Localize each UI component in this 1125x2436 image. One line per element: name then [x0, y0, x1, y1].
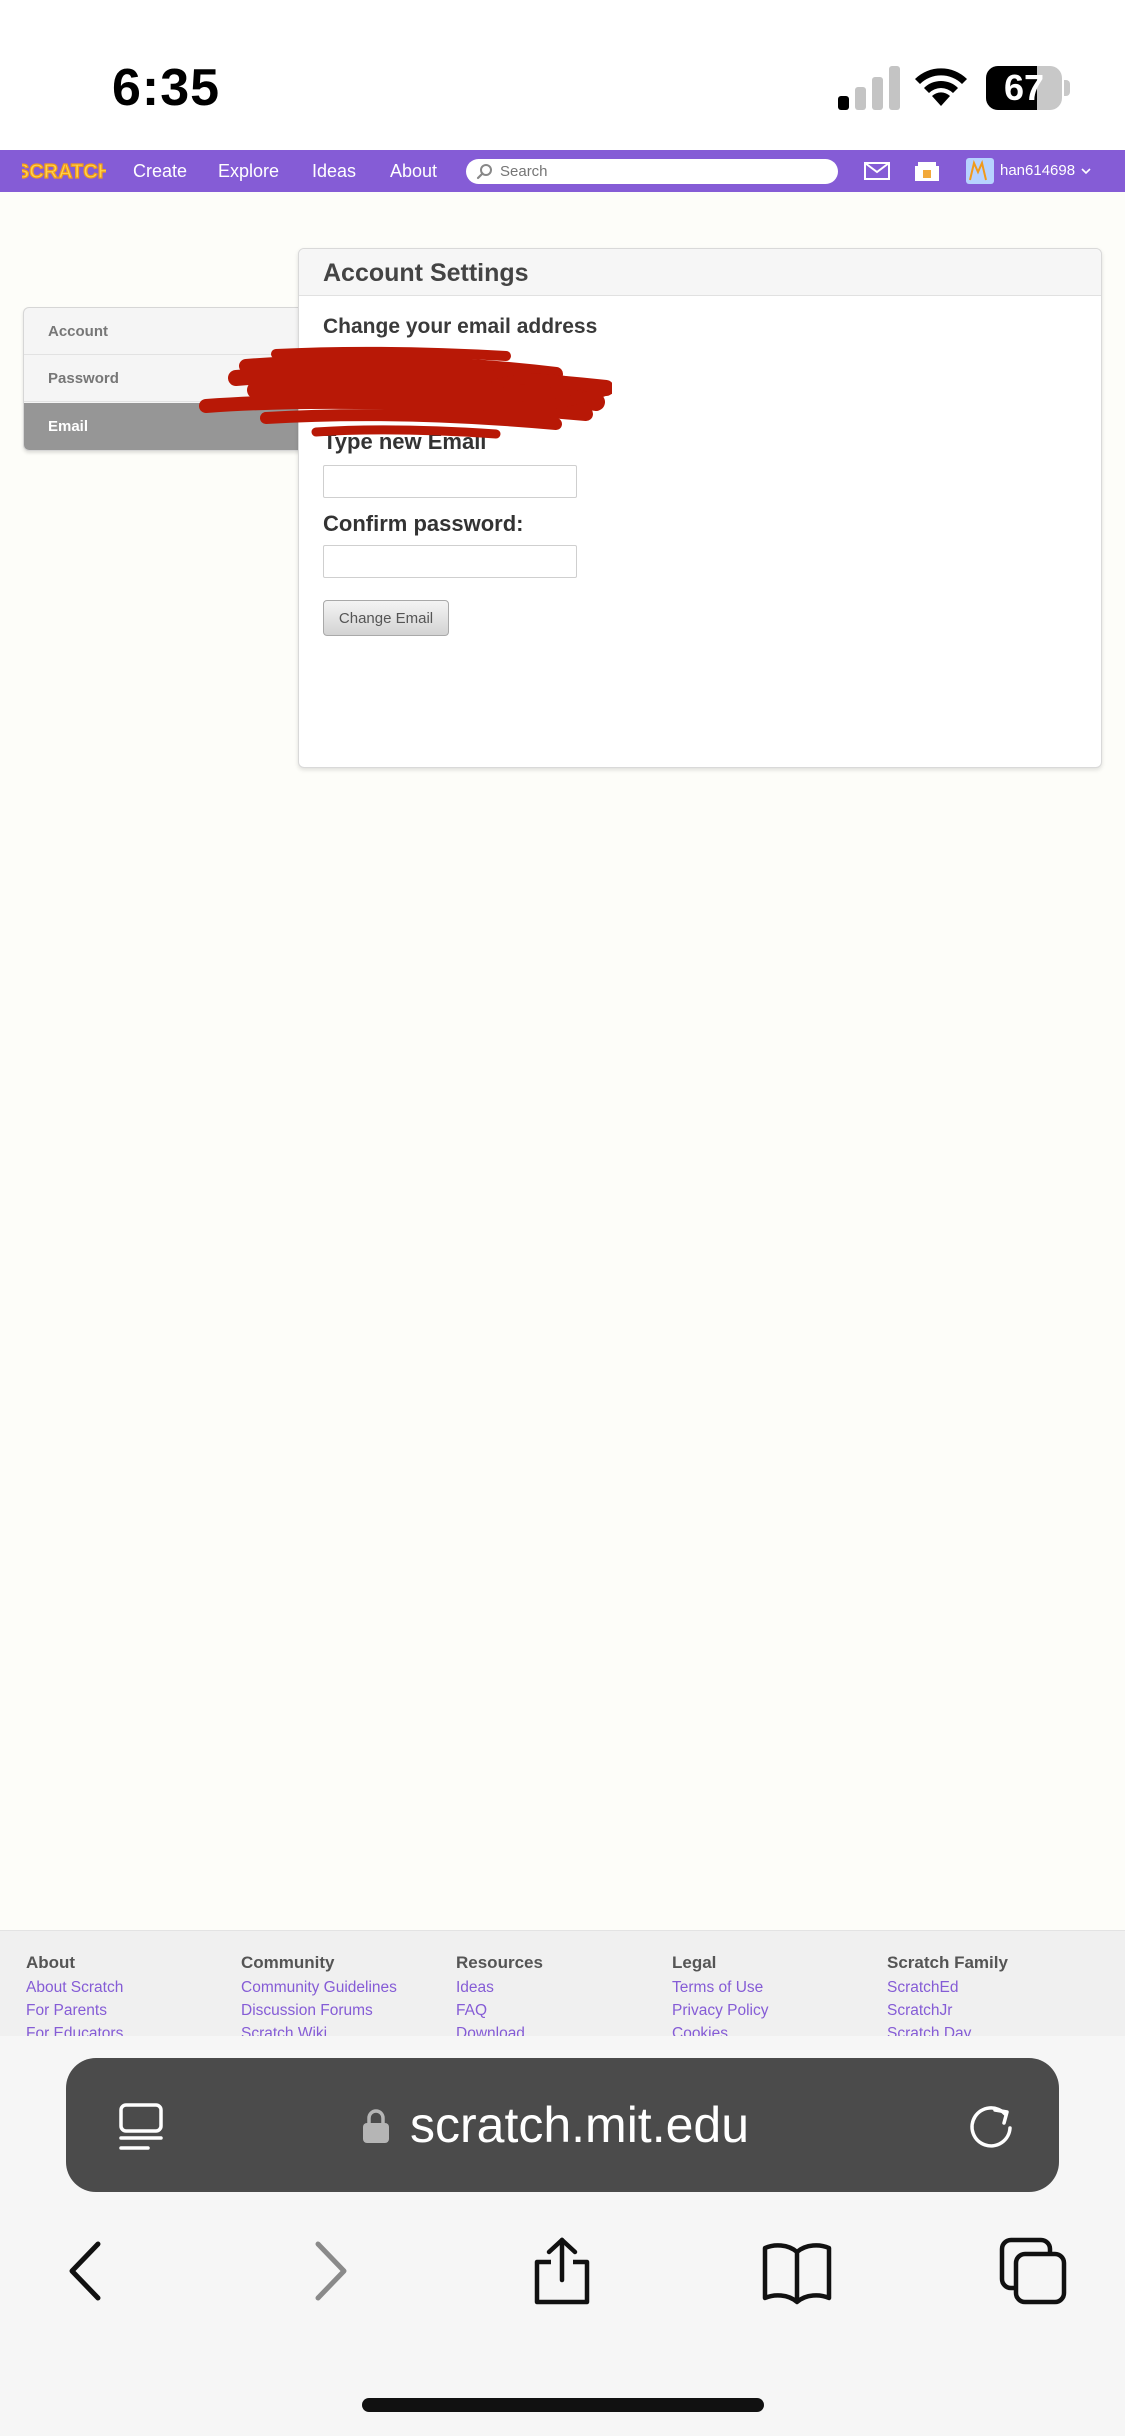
confirm-password-field[interactable]	[323, 545, 577, 578]
footer-heading: Scratch Family	[887, 1953, 1008, 1972]
url-text[interactable]: scratch.mit.edu	[410, 2096, 749, 2154]
avatar[interactable]	[966, 158, 994, 184]
status-time: 6:35	[112, 59, 221, 117]
messages-icon[interactable]	[864, 160, 890, 182]
search-bar[interactable]	[466, 159, 838, 184]
svg-text:SCRATCH: SCRATCH	[22, 161, 106, 183]
footer-heading: Community	[241, 1953, 335, 1972]
avatar-image-icon	[969, 159, 987, 181]
my-stuff-icon[interactable]	[914, 160, 940, 182]
reload-icon[interactable]	[967, 2100, 1017, 2150]
scratch-logo[interactable]: SCRATCH	[22, 155, 106, 185]
footer-link[interactable]: Cookies	[672, 2025, 882, 2036]
new-email-field[interactable]	[323, 465, 577, 498]
nav-create-link[interactable]: Create	[133, 150, 187, 192]
cellular-signal-icon	[838, 66, 900, 110]
footer-link[interactable]: Discussion Forums	[241, 2002, 451, 2025]
search-icon	[476, 164, 492, 180]
footer-heading: About	[26, 1953, 76, 1972]
footer-link[interactable]: For Educators	[26, 2025, 236, 2036]
lock-icon	[363, 2109, 389, 2143]
footer-link[interactable]: About Scratch	[26, 1979, 236, 2002]
footer-column-about: About About Scratch For Parents For Educ…	[26, 1953, 236, 2036]
safari-toolbar: scratch.mit.edu	[0, 2036, 1125, 2436]
footer-column-scratch-family: Scratch Family ScratchEd ScratchJr Scrat…	[887, 1953, 1097, 2036]
page-title: Account Settings	[323, 259, 529, 287]
footer-link[interactable]: Terms of Use	[672, 1979, 882, 2002]
footer-link[interactable]: Download	[456, 2025, 666, 2036]
tabs-icon[interactable]	[998, 2236, 1068, 2306]
footer-link[interactable]: Scratch Day	[887, 2025, 1097, 2036]
footer-column-community: Community Community Guidelines Discussio…	[241, 1953, 451, 2036]
panel-header: Account Settings	[299, 249, 1101, 296]
footer-link[interactable]: ScratchEd	[887, 1979, 1097, 2002]
forward-icon[interactable]	[294, 2236, 364, 2306]
battery-percent: 67	[1003, 67, 1045, 108]
footer-heading: Resources	[456, 1953, 543, 1972]
battery-icon: 67	[986, 66, 1070, 110]
nav-about-link[interactable]: About	[390, 150, 437, 192]
footer-link[interactable]: Community Guidelines	[241, 1979, 451, 2002]
search-input[interactable]	[500, 161, 820, 182]
wifi-icon	[915, 68, 967, 106]
footer-link[interactable]: Scratch Wiki	[241, 2025, 451, 2036]
confirm-password-label: Confirm password:	[323, 511, 524, 536]
change-email-button[interactable]: Change Email	[323, 600, 449, 636]
nav-explore-link[interactable]: Explore	[218, 150, 279, 192]
footer-column-resources: Resources Ideas FAQ Download	[456, 1953, 666, 2036]
account-settings-panel: Account Settings Change your email addre…	[298, 248, 1102, 768]
footer-column-legal: Legal Terms of Use Privacy Policy Cookie…	[672, 1953, 882, 2036]
footer-link[interactable]: ScratchJr	[887, 2002, 1097, 2025]
footer-link[interactable]: Ideas	[456, 1979, 666, 2002]
address-bar[interactable]: scratch.mit.edu	[66, 2058, 1059, 2192]
username-label[interactable]: han614698	[1000, 150, 1075, 192]
footer-link[interactable]: For Parents	[26, 2002, 236, 2025]
footer-link[interactable]: FAQ	[456, 2002, 666, 2025]
redaction-scribble	[199, 346, 612, 439]
status-bar: 6:35 67	[0, 0, 1125, 150]
home-indicator[interactable]	[362, 2398, 764, 2412]
footer-link[interactable]: Privacy Policy	[672, 2002, 882, 2025]
bookmarks-icon[interactable]	[762, 2236, 832, 2306]
page-menu-icon[interactable]	[118, 2102, 164, 2152]
footer-heading: Legal	[672, 1953, 717, 1972]
chevron-down-icon[interactable]	[1081, 166, 1091, 176]
site-footer: About About Scratch For Parents For Educ…	[0, 1930, 1125, 2036]
section-title: Change your email address	[323, 315, 598, 338]
nav-ideas-link[interactable]: Ideas	[312, 150, 356, 192]
back-icon[interactable]	[52, 2236, 122, 2306]
scratch-navbar: SCRATCH Create Explore Ideas About han61…	[0, 150, 1125, 192]
share-icon[interactable]	[527, 2236, 597, 2306]
